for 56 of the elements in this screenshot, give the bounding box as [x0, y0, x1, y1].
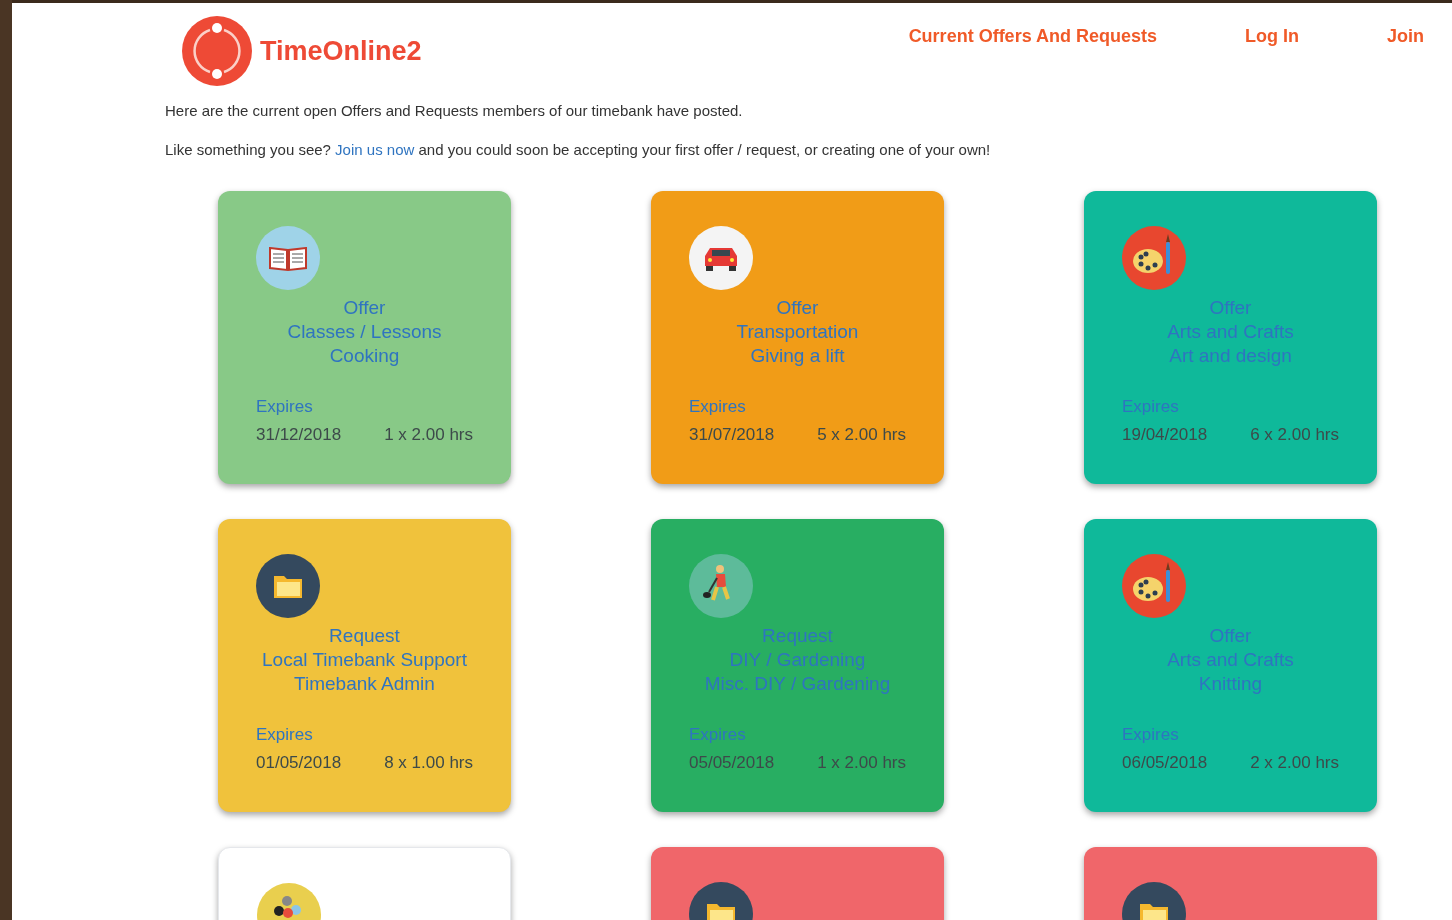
expires-label: Expires [256, 396, 313, 418]
offer-card[interactable]: Request Local Timebank Support Timebank Admin Expires 01/05/2018 8 x 1.00 hrs [218, 519, 511, 812]
offer-card[interactable]: Request DIY / Gardening Misc. DIY / Gardening Expires 05/05/2018 1 x 2.00 hrs [651, 519, 944, 812]
card-title-line: Misc. DIY / Gardening [704, 672, 891, 696]
card-title-line: Classes / Lessons [287, 320, 442, 344]
car-icon [689, 226, 753, 290]
card-title-line: Offer [1209, 624, 1252, 648]
expiry-date: 19/04/2018 [1122, 423, 1208, 446]
offer-card[interactable]: Offer Transportation Giving a lift Expires 31/07/2018 5 x 2.00 hrs [651, 191, 944, 484]
hours-text: 6 x 2.00 hrs [1250, 423, 1339, 446]
hours-text: 5 x 2.00 hrs [817, 423, 906, 446]
expiry-date: 05/05/2018 [689, 751, 775, 774]
card-title-line: Giving a lift [750, 344, 845, 368]
hours-text: 1 x 2.00 hrs [817, 751, 906, 774]
expires-label: Expires [689, 396, 746, 418]
offer-card[interactable]: Offer Arts and Crafts Art and design Expires 19/04/2018 6 x 2.00 hrs [1084, 191, 1377, 484]
join-link[interactable]: Join us now [335, 140, 415, 158]
intro-text: Here are the current open Offers and Requests members of our timebank have posted. [165, 101, 744, 121]
card-title-line: Knitting [1198, 672, 1263, 696]
card-title-line: Offer [343, 296, 386, 320]
expires-label: Expires [1122, 724, 1179, 746]
hours-text: 2 x 2.00 hrs [1250, 751, 1339, 774]
card-title-line: Cooking [329, 344, 400, 368]
nav-link[interactable]: Current Offers And Requests [908, 23, 1157, 50]
card-title-line: Timebank Admin [294, 672, 435, 696]
expiry-date: 06/05/2018 [1122, 751, 1208, 774]
hours-text: 8 x 1.00 hrs [384, 751, 473, 774]
hours-text: 1 x 2.00 hrs [384, 423, 473, 446]
offer-card[interactable]: Offer Classes / Lessons Cooking Expires 31/12/2018 1 x 2.00 hrs [218, 191, 511, 484]
nav-link[interactable]: Log In [1245, 23, 1299, 50]
card-title-line: Local Timebank Support [262, 648, 467, 672]
card-title-line: Arts and Crafts [1167, 648, 1294, 672]
expiry-date: 31/12/2018 [256, 423, 342, 446]
card-title-line: Request [762, 624, 833, 648]
worker-icon [689, 554, 753, 618]
card-title-line: DIY / Gardening [729, 648, 866, 672]
expires-label: Expires [1122, 396, 1179, 418]
nav-link[interactable]: Join [1387, 23, 1424, 50]
card-title-line: Art and design [1169, 344, 1292, 368]
palette-icon [1122, 554, 1186, 618]
palette-icon [1122, 226, 1186, 290]
card-title-line: Offer [1209, 296, 1252, 320]
book-icon [256, 226, 320, 290]
card-title-line: Request [329, 624, 400, 648]
logo-icon [182, 16, 252, 86]
card-title-line: Offer [776, 296, 819, 320]
brand-name[interactable]: TimeOnline2 [260, 30, 422, 72]
invite-text: Like something you see? Join us now and you could soon be accepting your first offer / request, or creating one of your own! [165, 139, 992, 160]
expires-label: Expires [256, 724, 313, 746]
folder-icon [256, 554, 320, 618]
expiry-date: 31/07/2018 [689, 423, 775, 446]
offer-card[interactable]: Offer Arts and Crafts Knitting Expires 06/05/2018 2 x 2.00 hrs [1084, 519, 1377, 812]
card-title-line: Transportation [736, 320, 859, 344]
card-title-line: Arts and Crafts [1167, 320, 1294, 344]
expires-label: Expires [689, 724, 746, 746]
expiry-date: 01/05/2018 [256, 751, 342, 774]
